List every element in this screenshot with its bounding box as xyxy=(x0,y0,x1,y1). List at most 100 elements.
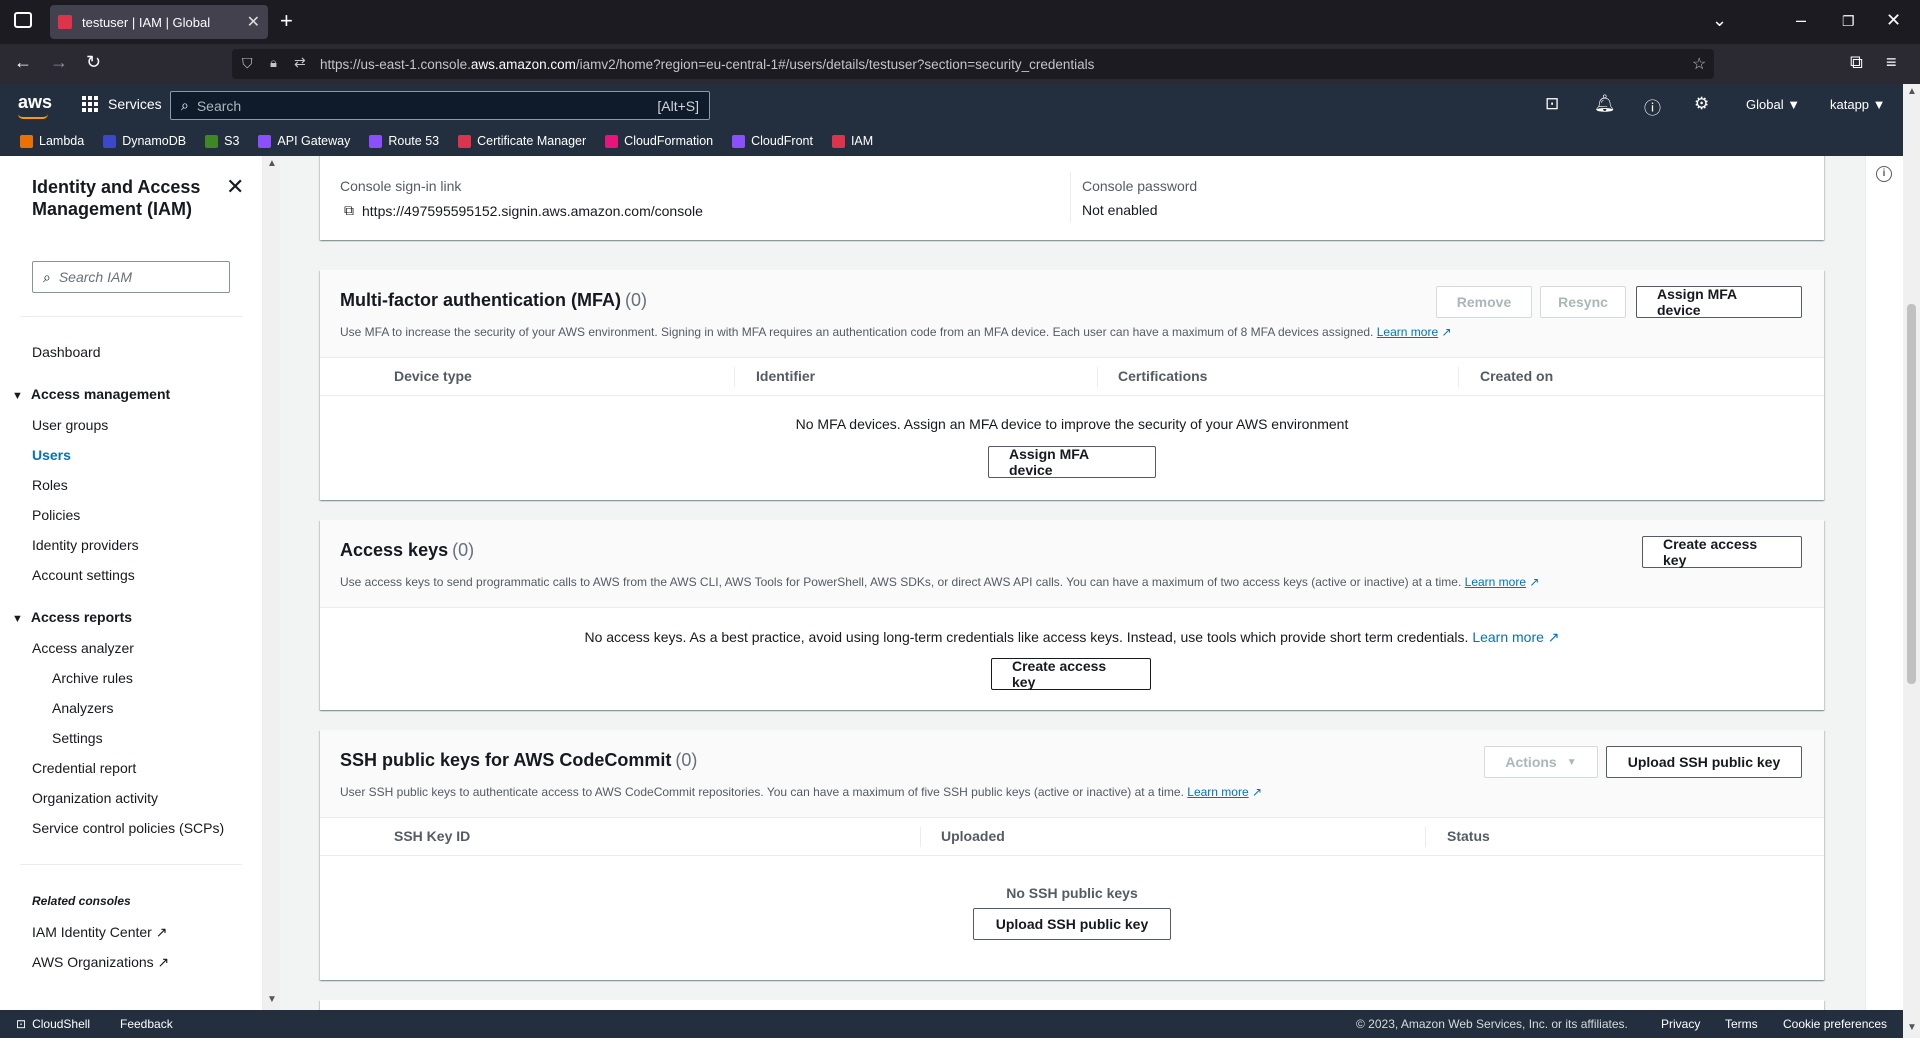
sidebar-item-access-analyzer[interactable]: Access analyzer xyxy=(32,640,134,656)
help-icon[interactable]: ⓘ xyxy=(1644,94,1661,119)
favorite-route-53[interactable]: Route 53 xyxy=(369,134,439,148)
mfa-table-header: Device type Identifier Certifications Cr… xyxy=(320,358,1824,396)
upload-ssh-public-key-empty-button[interactable]: Upload SSH public key xyxy=(973,908,1171,940)
sidebar-scrollbar[interactable]: ▲ ▼ xyxy=(263,156,280,1010)
lock-icon[interactable]: 🔒︎ xyxy=(270,55,277,71)
minimize-icon[interactable]: – xyxy=(1796,10,1806,31)
mfa-description: Use MFA to increase the security of your… xyxy=(340,325,1452,339)
favorite-cloudfront[interactable]: CloudFront xyxy=(732,134,813,148)
extensions-icon[interactable]: ⧉ xyxy=(1850,52,1863,73)
close-tab-icon[interactable]: ✕ xyxy=(247,12,260,32)
remove-mfa-button[interactable]: Remove xyxy=(1436,286,1532,318)
ssh-actions-dropdown[interactable]: Actions ▼ xyxy=(1484,746,1598,778)
assign-mfa-device-empty-button[interactable]: Assign MFA device xyxy=(988,446,1156,478)
notifications-bell-icon[interactable]: 🔔︎ xyxy=(1594,94,1616,114)
shield-icon[interactable]: ⛉ xyxy=(242,55,253,72)
console-search-input[interactable]: ⌕ Search [Alt+S] xyxy=(170,91,710,120)
favorite-iam[interactable]: IAM xyxy=(831,134,873,148)
chevron-down-icon[interactable]: ⌄ xyxy=(1712,10,1727,31)
sidebar-title[interactable]: Identity and Access Management (IAM) xyxy=(32,176,232,220)
browser-tab[interactable]: testuser | IAM | Global ✕ xyxy=(50,5,268,39)
permissions-icon[interactable]: ⇄ xyxy=(294,54,306,71)
sidebar-item-credential-report[interactable]: Credential report xyxy=(32,760,136,776)
sidebar-item-iam-identity-center[interactable]: IAM Identity Center ↗ xyxy=(32,924,167,941)
bookmark-star-icon[interactable]: ☆ xyxy=(1692,54,1706,74)
ssh-keys-panel: SSH public keys for AWS CodeCommit (0) Ac… xyxy=(320,730,1824,980)
scroll-up-icon[interactable]: ▲ xyxy=(267,158,277,169)
col-certifications[interactable]: Certifications xyxy=(1118,368,1207,384)
scroll-down-icon[interactable]: ▼ xyxy=(267,994,277,1005)
col-status[interactable]: Status xyxy=(1447,828,1490,844)
cloudshell-button[interactable]: ⊡ CloudShell xyxy=(16,1017,90,1031)
sidebar-item-policies[interactable]: Policies xyxy=(32,507,80,523)
access-keys-description: Use access keys to send programmatic cal… xyxy=(340,575,1540,589)
favorite-s3[interactable]: S3 xyxy=(205,134,239,148)
restore-icon[interactable]: ❐ xyxy=(1842,13,1855,30)
sidebar-item-aws-organizations[interactable]: AWS Organizations ↗ xyxy=(32,954,169,971)
new-tab-icon[interactable]: + xyxy=(280,8,293,34)
upload-ssh-public-key-button[interactable]: Upload SSH public key xyxy=(1606,746,1802,778)
sidebar-item-user-groups[interactable]: User groups xyxy=(32,417,108,433)
create-access-key-button[interactable]: Create access key xyxy=(1642,536,1802,568)
back-icon[interactable]: ← xyxy=(14,52,32,73)
mfa-learn-more-link[interactable]: Learn more xyxy=(1377,325,1438,339)
forward-icon[interactable]: → xyxy=(50,52,68,73)
sidebar-item-scps[interactable]: Service control policies (SCPs) xyxy=(32,820,224,836)
ssh-keys-title: SSH public keys for AWS CodeCommit (0) xyxy=(340,750,698,770)
sidebar-section-access-management[interactable]: ▼ Access management xyxy=(12,386,170,402)
app-menu-icon[interactable]: ≡ xyxy=(1886,52,1897,73)
sidebar-section-access-reports[interactable]: ▼ Access reports xyxy=(12,609,132,625)
create-access-key-empty-button[interactable]: Create access key xyxy=(991,658,1151,690)
sidebar-item-analyzers[interactable]: Analyzers xyxy=(52,700,113,716)
feedback-link[interactable]: Feedback xyxy=(120,1017,173,1031)
access-keys-learn-more-link[interactable]: Learn more xyxy=(1465,575,1526,589)
sidebar-item-organization-activity[interactable]: Organization activity xyxy=(32,790,158,806)
favorite-dynamodb[interactable]: DynamoDB xyxy=(103,134,186,148)
sidebar-item-identity-providers[interactable]: Identity providers xyxy=(32,537,139,553)
info-icon[interactable]: i xyxy=(1876,166,1892,182)
terms-link[interactable]: Terms xyxy=(1725,1017,1758,1031)
resync-mfa-button[interactable]: Resync xyxy=(1540,286,1626,318)
col-device-type[interactable]: Device type xyxy=(394,368,472,384)
console-signin-link[interactable]: ⧉ https://497595595152.signin.aws.amazon… xyxy=(344,202,703,219)
col-ssh-key-id[interactable]: SSH Key ID xyxy=(394,828,470,844)
sidebar-item-account-settings[interactable]: Account settings xyxy=(32,567,135,583)
services-menu-button[interactable]: Services xyxy=(82,96,162,112)
aws-logo[interactable]: aws xyxy=(18,92,52,119)
sidebar-item-archive-rules[interactable]: Archive rules xyxy=(52,670,133,686)
col-identifier[interactable]: Identifier xyxy=(756,368,815,384)
assign-mfa-device-button[interactable]: Assign MFA device xyxy=(1636,286,1802,318)
close-sidebar-icon[interactable]: ✕ xyxy=(226,174,244,200)
page-scrollbar[interactable]: ▲ ▼ xyxy=(1903,84,1920,1038)
ssh-learn-more-link[interactable]: Learn more xyxy=(1187,785,1248,799)
reload-icon[interactable]: ↻ xyxy=(86,52,101,73)
close-window-icon[interactable]: ✕ xyxy=(1886,10,1901,31)
sidebar-item-users[interactable]: Users xyxy=(32,447,71,463)
copy-icon[interactable]: ⧉ xyxy=(344,202,354,219)
list-all-tabs-icon[interactable] xyxy=(14,12,32,28)
console-signin-url: https://497595595152.signin.aws.amazon.c… xyxy=(362,202,703,219)
sidebar-item-dashboard[interactable]: Dashboard xyxy=(32,344,101,360)
favorite-api-gateway[interactable]: API Gateway xyxy=(258,134,350,148)
settings-gear-icon[interactable]: ⚙ xyxy=(1694,94,1709,114)
favorite-lambda[interactable]: Lambda xyxy=(20,134,84,148)
privacy-link[interactable]: Privacy xyxy=(1661,1017,1700,1031)
scroll-up-icon[interactable]: ▲ xyxy=(1907,86,1917,97)
access-keys-empty-learn-more-link[interactable]: Learn more xyxy=(1472,629,1544,645)
cloudshell-icon[interactable]: ⊡ xyxy=(1545,94,1559,114)
sidebar-item-roles[interactable]: Roles xyxy=(32,477,68,493)
region-selector[interactable]: Global ▼ xyxy=(1746,97,1800,112)
favorite-certificate-manager[interactable]: Certificate Manager xyxy=(458,134,586,148)
favorite-cloudformation[interactable]: CloudFormation xyxy=(605,134,713,148)
favorite-label: Lambda xyxy=(39,134,85,148)
address-bar[interactable]: ⛉ 🔒︎ ⇄ https://us-east-1.console. aws.ama… xyxy=(232,49,1714,79)
sidebar-item-settings[interactable]: Settings xyxy=(52,730,103,746)
cookie-preferences-link[interactable]: Cookie preferences xyxy=(1783,1017,1887,1031)
col-created-on[interactable]: Created on xyxy=(1480,368,1553,384)
scrollbar-thumb[interactable] xyxy=(1907,304,1916,684)
search-iam-input[interactable]: ⌕ Search IAM xyxy=(32,261,230,293)
ssh-table-header: SSH Key ID Uploaded Status xyxy=(320,818,1824,856)
col-uploaded[interactable]: Uploaded xyxy=(941,828,1005,844)
account-menu[interactable]: katapp ▼ xyxy=(1830,97,1886,112)
scroll-down-icon[interactable]: ▼ xyxy=(1907,1022,1917,1033)
